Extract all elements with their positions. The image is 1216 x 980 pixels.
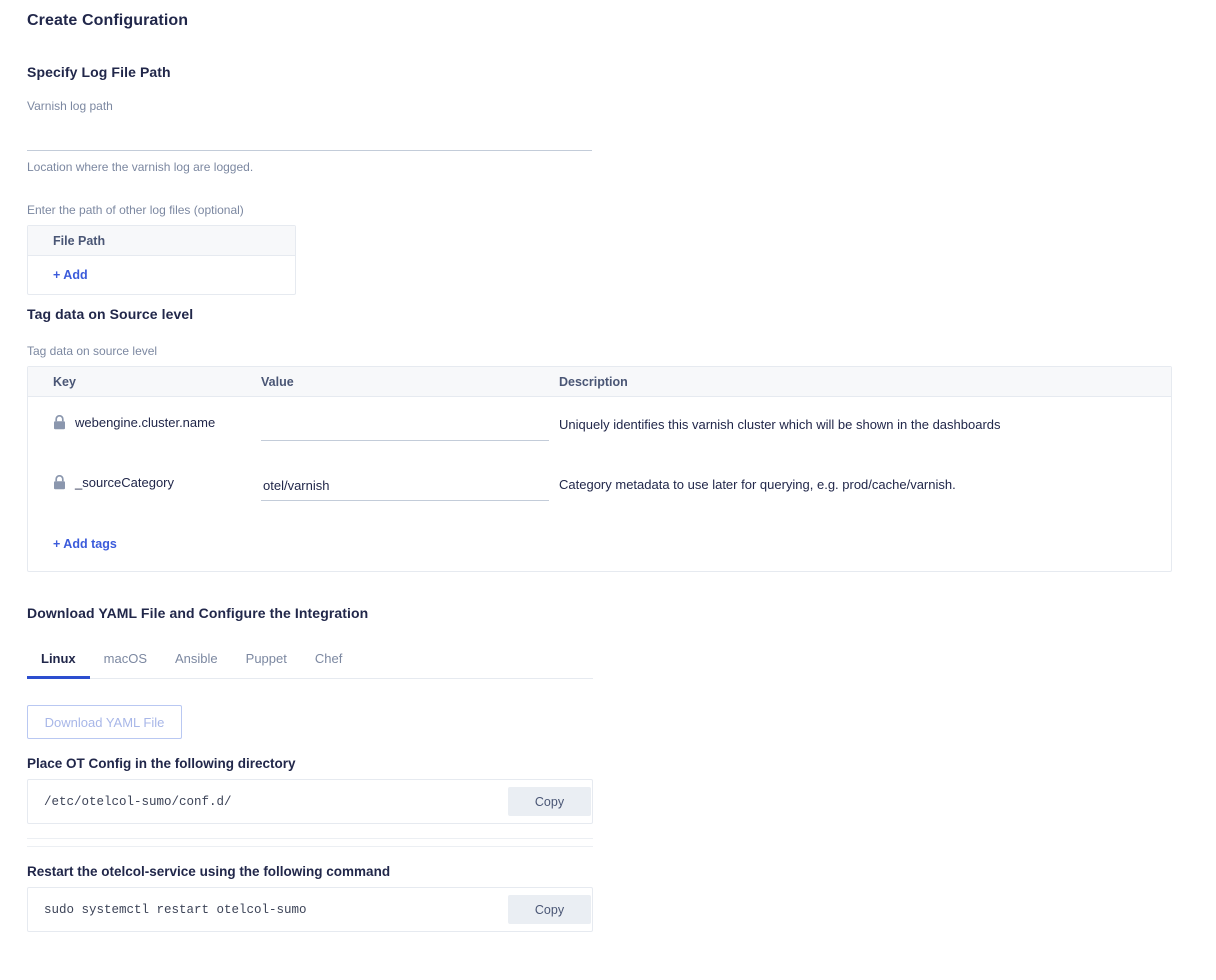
varnish-log-path-label: Varnish log path <box>27 99 113 113</box>
tag-column-header-description: Description <box>559 374 628 389</box>
create-configuration-page: Create Configuration Specify Log File Pa… <box>0 0 1216 980</box>
copy-config-directory-button[interactable]: Copy <box>508 787 591 816</box>
lock-icon <box>54 415 65 430</box>
config-directory-code-box: /etc/otelcol-sumo/conf.d/ Copy <box>27 779 593 824</box>
place-ot-config-heading: Place OT Config in the following directo… <box>27 756 296 771</box>
tag-row-description-cell: Category metadata to use later for query… <box>559 477 956 492</box>
restart-service-section: Restart the otelcol-service using the fo… <box>27 864 593 932</box>
platform-tabs: Linux macOS Ansible Puppet Chef <box>27 651 593 679</box>
config-directory-value: /etc/otelcol-sumo/conf.d/ <box>44 794 232 809</box>
table-row: webengine.cluster.name Uniquely identifi… <box>28 397 1171 457</box>
tag-data-table: Key Value Description webengine.cluster.… <box>27 366 1172 572</box>
copy-restart-command-button[interactable]: Copy <box>508 895 591 924</box>
other-log-files-label: Enter the path of other log files (optio… <box>27 203 244 217</box>
restart-command-value: sudo systemctl restart otelcol-sumo <box>44 902 307 917</box>
tag-row-description-cell: Uniquely identifies this varnish cluster… <box>559 417 1001 432</box>
tag-data-source-level-section: Tag data on Source level Tag data on sou… <box>27 306 1172 572</box>
section-heading-tag-data: Tag data on Source level <box>27 306 194 322</box>
tag-column-header-value: Value <box>261 374 294 389</box>
tab-chef[interactable]: Chef <box>301 651 356 678</box>
tag-column-header-key: Key <box>53 374 76 389</box>
varnish-log-path-input[interactable] <box>27 121 592 151</box>
tab-ansible[interactable]: Ansible <box>161 651 232 678</box>
tag-data-label: Tag data on source level <box>27 344 158 358</box>
tag-table-footer: + Add tags <box>28 517 1171 571</box>
file-path-table-body: + Add <box>28 256 295 294</box>
tag-value-input-source-category[interactable] <box>261 475 549 501</box>
tag-row-value-cell <box>261 415 559 441</box>
section-heading-log-file-path: Specify Log File Path <box>27 64 171 80</box>
section-heading-download-yaml: Download YAML File and Configure the Int… <box>27 605 369 621</box>
varnish-log-path-help: Location where the varnish log are logge… <box>27 160 254 174</box>
tag-key-text: _sourceCategory <box>75 475 174 490</box>
restart-command-code-box: sudo systemctl restart otelcol-sumo Copy <box>27 887 593 932</box>
tab-linux[interactable]: Linux <box>27 651 90 679</box>
tag-table-header-row: Key Value Description <box>28 367 1171 397</box>
add-file-path-button[interactable]: + Add <box>53 268 88 282</box>
tab-macos[interactable]: macOS <box>90 651 161 678</box>
tag-row-value-cell <box>261 475 559 501</box>
tag-row-key-cell: _sourceCategory <box>28 475 261 490</box>
table-row: _sourceCategory Category metadata to use… <box>28 457 1171 517</box>
add-tags-button[interactable]: + Add tags <box>53 537 117 551</box>
tag-value-input-webengine-cluster-name[interactable] <box>261 415 549 441</box>
tab-puppet[interactable]: Puppet <box>232 651 301 678</box>
download-yaml-section: Download YAML File and Configure the Int… <box>27 605 593 824</box>
specify-log-file-path-section: Specify Log File Path Varnish log path L… <box>27 64 593 295</box>
divider-top <box>27 838 593 839</box>
file-path-table: File Path + Add <box>27 225 296 295</box>
tag-row-key-cell: webengine.cluster.name <box>28 415 261 430</box>
restart-service-heading: Restart the otelcol-service using the fo… <box>27 864 391 879</box>
page-title: Create Configuration <box>27 12 189 29</box>
lock-icon <box>54 475 65 490</box>
file-path-column-header: File Path <box>28 226 295 256</box>
divider-bottom <box>27 846 593 847</box>
download-yaml-file-button[interactable]: Download YAML File <box>27 705 182 739</box>
tag-key-text: webengine.cluster.name <box>75 415 216 430</box>
